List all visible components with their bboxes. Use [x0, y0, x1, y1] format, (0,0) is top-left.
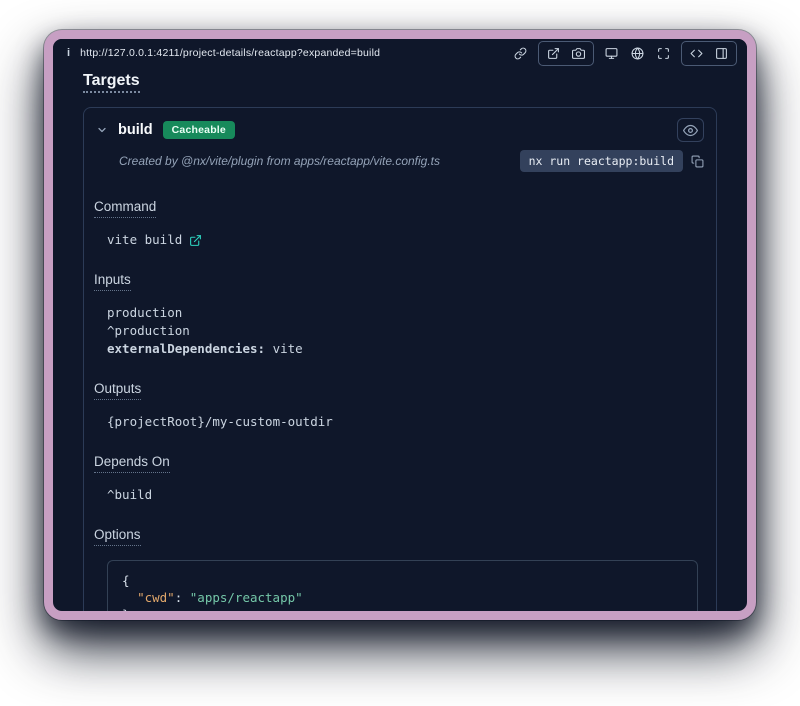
output-item: {projectRoot}/my-custom-outdir: [107, 413, 700, 431]
command-section: Command vite build: [94, 198, 700, 249]
depends-on-item: ^build: [107, 486, 700, 504]
monitor-icon[interactable]: [603, 45, 620, 62]
targets-heading: Targets: [83, 73, 140, 93]
code-line: "cwd": "apps/reactapp": [122, 589, 683, 606]
titlebar-actions: [512, 41, 737, 66]
created-by-text: Created by @nx/vite/plugin from apps/rea…: [119, 154, 440, 168]
command-value: vite build: [107, 231, 182, 249]
input-item: ^production: [107, 322, 700, 340]
toolbar-group-dev: [681, 41, 737, 66]
inputs-section: Inputs production ^production externalDe…: [94, 271, 700, 358]
run-command-chip: nx run reactapp:build: [520, 150, 683, 172]
code-key: "cwd": [137, 590, 175, 605]
depends-on-section: Depends On ^build: [94, 453, 700, 504]
titlebar: i http://127.0.0.1:4211/project-details/…: [53, 39, 747, 67]
outputs-section: Outputs {projectRoot}/my-custom-outdir: [94, 380, 700, 431]
url-text: http://127.0.0.1:4211/project-details/re…: [80, 47, 380, 59]
info-icon[interactable]: i: [67, 47, 70, 59]
link-icon[interactable]: [512, 45, 529, 62]
code-value: "apps/reactapp": [190, 590, 303, 605]
depends-on-label: Depends On: [94, 454, 170, 473]
code-line: }: [122, 606, 683, 611]
options-section: Options { "cwd": "apps/reactapp" }: [94, 526, 700, 611]
build-card-header[interactable]: build Cacheable: [84, 108, 716, 146]
external-deps-value: vite: [265, 341, 303, 356]
command-label: Command: [94, 199, 156, 218]
outputs-label: Outputs: [94, 381, 141, 400]
run-command-wrap: nx run reactapp:build: [520, 150, 704, 172]
external-deps-key: externalDependencies:: [107, 341, 265, 356]
target-card-build: build Cacheable Created by @nx/vite/plug…: [83, 107, 717, 611]
input-item-external-deps: externalDependencies: vite: [107, 340, 700, 358]
options-code-block: { "cwd": "apps/reactapp" }: [107, 560, 698, 611]
eye-icon: [683, 123, 698, 138]
options-label: Options: [94, 527, 141, 546]
export-icon[interactable]: [545, 45, 562, 62]
input-item: production: [107, 304, 700, 322]
maximize-icon[interactable]: [655, 45, 672, 62]
build-card-body: Command vite build Inputs production ^pr…: [84, 184, 716, 611]
target-name: build: [118, 122, 153, 138]
inputs-label: Inputs: [94, 272, 131, 291]
camera-icon[interactable]: [570, 45, 587, 62]
code-line: {: [122, 572, 683, 589]
chevron-down-icon[interactable]: [96, 124, 108, 136]
build-card-subheader: Created by @nx/vite/plugin from apps/rea…: [84, 146, 716, 184]
view-graph-button[interactable]: [677, 118, 704, 142]
toolbar-group-capture: [538, 41, 594, 66]
cacheable-badge: Cacheable: [163, 121, 235, 139]
sidebar-layout-icon[interactable]: [713, 45, 730, 62]
project-details-content: Targets build Cacheable Created by @nx/v…: [53, 67, 747, 611]
copy-icon[interactable]: [691, 155, 704, 168]
external-link-icon[interactable]: [189, 234, 202, 247]
app-window: i http://127.0.0.1:4211/project-details/…: [44, 30, 756, 620]
code-icon[interactable]: [688, 45, 705, 62]
globe-icon[interactable]: [629, 45, 646, 62]
